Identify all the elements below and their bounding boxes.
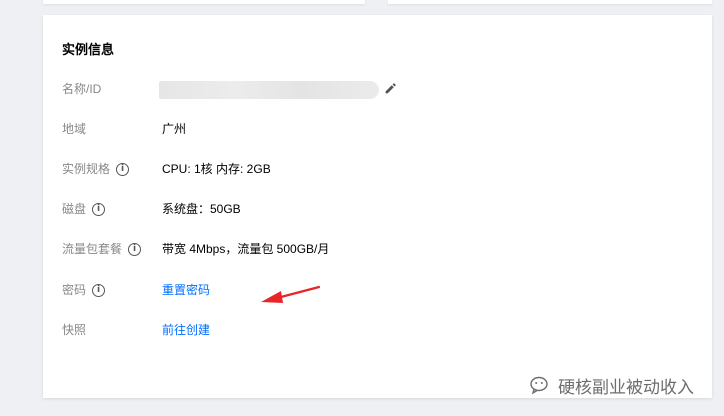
label-password-text: 密码 (62, 283, 87, 297)
wechat-icon (530, 376, 548, 395)
row-instance-spec: 实例规格 i CPU: 1核 内存: 2GB (43, 159, 712, 179)
label-disk-text: 磁盘 (62, 202, 87, 216)
label-snapshot: 快照 (62, 320, 86, 340)
instance-info-card: 实例信息 名称/ID 地域 广州 实例规格 i CPU: 1核 内存: 2GB … (43, 15, 712, 398)
label-disk: 磁盘 i (62, 199, 106, 219)
watermark: 硬核副业被动收入 (530, 373, 694, 398)
reset-password-link[interactable]: 重置密码 (162, 280, 210, 300)
label-password: 密码 i (62, 280, 106, 300)
create-snapshot-link[interactable]: 前往创建 (162, 320, 210, 340)
region-value: 广州 (162, 122, 187, 136)
row-password: 密码 i 重置密码 (43, 280, 712, 300)
disk-value: 系统盘：50GB (162, 202, 241, 216)
instance-spec-value: CPU: 1核 内存: 2GB (162, 162, 271, 176)
label-traffic-package: 流量包套餐 i (62, 239, 142, 259)
label-name-id: 名称/ID (62, 79, 101, 99)
top-card-edge-right (388, 0, 712, 4)
label-snapshot-text: 快照 (62, 323, 87, 337)
info-circle-icon[interactable]: i (92, 202, 106, 216)
section-title: 实例信息 (62, 42, 115, 57)
row-snapshot: 快照 前往创建 (43, 320, 712, 340)
label-name-id-text: 名称/ID (62, 82, 102, 96)
row-region: 地域 广州 (43, 119, 712, 139)
label-region: 地域 (62, 119, 86, 139)
pencil-icon[interactable] (384, 82, 397, 95)
watermark-text: 硬核副业被动收入 (558, 378, 694, 398)
row-disk: 磁盘 i 系统盘：50GB (43, 199, 712, 219)
row-traffic-package: 流量包套餐 i 带宽 4Mbps，流量包 500GB/月 (43, 239, 712, 259)
traffic-package-value: 带宽 4Mbps，流量包 500GB/月 (162, 242, 330, 256)
label-instance-spec: 实例规格 i (62, 159, 130, 179)
name-id-value-redacted (159, 81, 379, 99)
info-circle-icon[interactable]: i (128, 242, 142, 256)
label-region-text: 地域 (62, 122, 87, 136)
annotation-arrow-icon (261, 285, 321, 303)
label-instance-spec-text: 实例规格 (62, 162, 111, 176)
info-circle-icon[interactable]: i (116, 162, 130, 176)
row-name-id: 名称/ID (43, 79, 712, 99)
label-traffic-package-text: 流量包套餐 (62, 242, 123, 256)
top-card-edge-left (43, 0, 365, 4)
info-circle-icon[interactable]: i (92, 283, 106, 297)
